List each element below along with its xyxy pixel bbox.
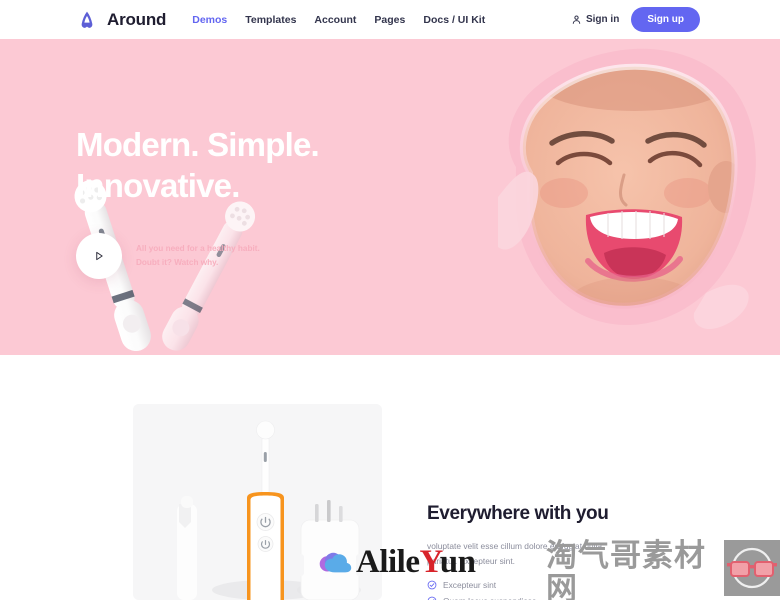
hero-cta: All you need for a healthy habit. Doubt … <box>76 232 376 279</box>
brand[interactable]: Around <box>76 9 166 31</box>
wm-text-after: un <box>439 544 476 580</box>
watermark-tqge-cn: 淘气哥素材网 <box>546 538 706 600</box>
watermark-tqge-text: 淘气哥素材网 www.tqge.com <box>546 540 716 600</box>
glasses-icon <box>724 540 780 596</box>
nav-link-demos[interactable]: Demos <box>192 14 227 26</box>
nav-link-pages[interactable]: Pages <box>374 14 405 26</box>
play-triangle-icon <box>93 250 105 262</box>
sign-up-button[interactable]: Sign up <box>631 7 700 32</box>
check-circle-icon <box>427 580 437 590</box>
around-logo-icon <box>76 9 98 31</box>
nav-links: Demos Templates Account Pages Docs / UI … <box>192 14 485 26</box>
hero-copy: Modern. Simple. Innovative. All you need… <box>76 125 376 279</box>
hero-image <box>438 47 758 347</box>
page-root: Around Demos Templates Account Pages Doc… <box>0 0 780 600</box>
hero-section: Modern. Simple. Innovative. All you need… <box>0 39 780 355</box>
watermark-alileyun-text: AlileYun <box>356 546 476 579</box>
play-video-button[interactable] <box>76 232 122 279</box>
hero-title: Modern. Simple. Innovative. <box>76 126 320 204</box>
feature-list-item-label: Excepteur sint <box>443 579 497 590</box>
watermark-tqge: 淘气哥素材网 www.tqge.com <box>546 540 780 600</box>
hero-caption: All you need for a healthy habit. Doubt … <box>136 244 260 267</box>
nav-link-templates[interactable]: Templates <box>245 14 296 26</box>
wm-text-highlight: Y <box>419 544 440 580</box>
navbar: Around Demos Templates Account Pages Doc… <box>0 0 780 39</box>
navbar-actions: Sign in Sign up <box>571 7 700 32</box>
user-icon <box>571 14 582 25</box>
check-circle-icon <box>427 596 437 600</box>
feature-list-item-label: Quam lacus suspendisse <box>443 596 537 600</box>
wm-text-before: Alile <box>356 544 420 580</box>
sign-in-label: Sign in <box>585 14 620 25</box>
nav-link-docs-ui-kit[interactable]: Docs / UI Kit <box>423 14 485 26</box>
sign-in-link[interactable]: Sign in <box>571 14 619 25</box>
feature-title: Everywhere with you <box>427 503 609 524</box>
brand-name: Around <box>107 9 167 29</box>
watermark-alileyun: AlileYun <box>318 546 476 579</box>
nav-link-account[interactable]: Account <box>314 14 356 26</box>
cloud-icon <box>318 550 352 576</box>
